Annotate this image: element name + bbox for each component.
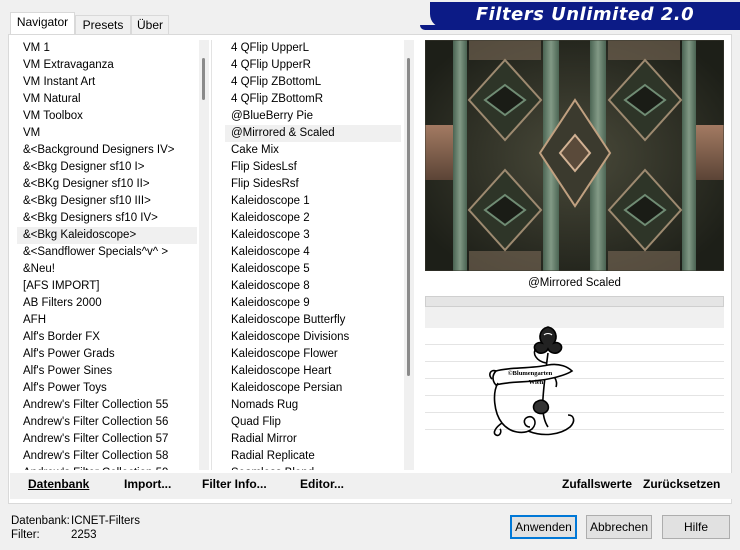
app-title: Filters Unlimited 2.0 [475,4,695,25]
filter-list-item[interactable]: @BlueBerry Pie [225,108,401,125]
filter-list-item[interactable]: @Mirrored & Scaled [225,125,401,142]
author-logo: ©Blumengarten Wien [488,323,578,441]
filter-list-item[interactable]: Cake Mix [225,142,401,159]
category-list-item[interactable]: &<Sandflower Specials^v^ > [17,244,197,261]
filter-list-item[interactable]: Kaleidoscope Persian [225,380,401,397]
hilfe-button[interactable]: Hilfe [662,515,730,539]
banner-underline [420,25,740,30]
tab-presets[interactable]: Presets [75,15,131,34]
filter-list-item[interactable]: Kaleidoscope Heart [225,363,401,380]
list-divider [211,40,212,470]
kaleidoscope-preview [425,40,724,271]
filter-list-item[interactable]: Kaleidoscope 4 [225,244,401,261]
category-list-item[interactable]: VM Instant Art [17,74,197,91]
category-list-item[interactable]: Andrew's Filter Collection 56 [17,414,197,431]
category-list-item[interactable]: AFH [17,312,197,329]
category-list-item[interactable]: VM 1 [17,40,197,57]
category-list-item[interactable]: &<Bkg Kaleidoscope> [17,227,197,244]
filter-list-item[interactable]: Kaleidoscope 5 [225,261,401,278]
filter-preview-image [425,40,724,271]
filter-list-item[interactable]: 4 QFlip UpperL [225,40,401,57]
logo-text-line2: Wien [529,379,544,386]
category-list-item[interactable]: &<Bkg Designer sf10 III> [17,193,197,210]
category-list-item[interactable]: Andrew's Filter Collection 55 [17,397,197,414]
filter-info-button[interactable]: Filter Info... [202,477,267,491]
import-button[interactable]: Import... [124,477,171,491]
filter-list-item[interactable]: Quad Flip [225,414,401,431]
category-list-item[interactable]: VM Natural [17,91,197,108]
category-list-item[interactable]: Andrew's Filter Collection 59 [17,465,197,470]
filter-list-item[interactable]: Seamless Blend [225,465,401,470]
tool-bar: Datenbank Import... Filter Info... Edito… [10,473,732,499]
slider-track [425,296,724,307]
filter-list-item[interactable]: Kaleidoscope 3 [225,227,401,244]
filter-list-item[interactable]: Kaleidoscope 2 [225,210,401,227]
category-list-item[interactable]: VM Toolbox [17,108,197,125]
filter-list-item[interactable]: Kaleidoscope Butterfly [225,312,401,329]
category-list-item[interactable]: Andrew's Filter Collection 57 [17,431,197,448]
category-list-item[interactable]: Alf's Power Sines [17,363,197,380]
category-list-item[interactable]: &<Background Designers IV> [17,142,197,159]
iris-flower-logo-icon: ©Blumengarten Wien [489,326,575,437]
filter-list-item[interactable]: Kaleidoscope 1 [225,193,401,210]
tab-navigator[interactable]: Navigator [10,12,75,36]
filter-count-value: 2253 [71,529,97,541]
filter-scrollbar[interactable] [404,40,414,470]
category-list-item[interactable]: &Neu! [17,261,197,278]
category-scroll-thumb[interactable] [202,58,205,100]
editor-button[interactable]: Editor... [300,477,344,491]
filter-list-item[interactable]: Kaleidoscope Flower [225,346,401,363]
category-list-item[interactable]: AB Filters 2000 [17,295,197,312]
zuruecksetzen-button[interactable]: Zurücksetzen [643,477,720,491]
filter-list-item[interactable]: Flip SidesRsf [225,176,401,193]
category-list-item[interactable]: VM Extravaganza [17,57,197,74]
category-list-item[interactable]: VM [17,125,197,142]
filter-list-item[interactable]: Nomads Rug [225,397,401,414]
category-list-item[interactable]: Alf's Power Grads [17,346,197,363]
datenbank-status-value: ICNET-Filters [71,515,140,527]
filter-count-label: Filter: [11,529,40,541]
filter-list-item[interactable]: Radial Replicate [225,448,401,465]
category-list[interactable]: VM 1 VM Extravaganza VM Instant Art VM Natu… [17,40,197,470]
filter-list-item[interactable]: 4 QFlip ZBottomR [225,91,401,108]
logo-text-line1: ©Blumengarten [508,370,553,377]
filter-scroll-thumb[interactable] [407,58,410,376]
filter-list-item[interactable]: 4 QFlip ZBottomL [225,74,401,91]
category-list-item[interactable]: Alf's Border FX [17,329,197,346]
category-list-item[interactable]: &<BKg Designer sf10 II> [17,176,197,193]
datenbank-status-label: Datenbank: [11,515,70,527]
filter-list-item[interactable]: 4 QFlip UpperR [225,57,401,74]
category-list-item[interactable]: &<Bkg Designer sf10 I> [17,159,197,176]
filter-list[interactable]: 4 QFlip UpperL 4 QFlip UpperR 4 QFlip ZBot… [225,40,401,470]
filter-list-item[interactable]: Kaleidoscope 9 [225,295,401,312]
category-list-item[interactable]: Alf's Power Toys [17,380,197,397]
preview-caption: @Mirrored Scaled [528,277,621,289]
category-list-item[interactable]: [AFS IMPORT] [17,278,197,295]
filter-list-item[interactable]: Radial Mirror [225,431,401,448]
filter-list-item[interactable]: Kaleidoscope 8 [225,278,401,295]
filter-list-item[interactable]: Flip SidesLsf [225,159,401,176]
category-scrollbar[interactable] [199,40,209,470]
anwenden-button[interactable]: Anwenden [510,515,577,539]
zufallswerte-button[interactable]: Zufallswerte [562,477,632,491]
category-list-item[interactable]: Andrew's Filter Collection 58 [17,448,197,465]
category-list-item[interactable]: &<Bkg Designers sf10 IV> [17,210,197,227]
datenbank-button[interactable]: Datenbank [28,477,89,491]
abbrechen-button[interactable]: Abbrechen [586,515,652,539]
tab-uber[interactable]: Über [131,15,169,34]
filter-list-item[interactable]: Kaleidoscope Divisions [225,329,401,346]
